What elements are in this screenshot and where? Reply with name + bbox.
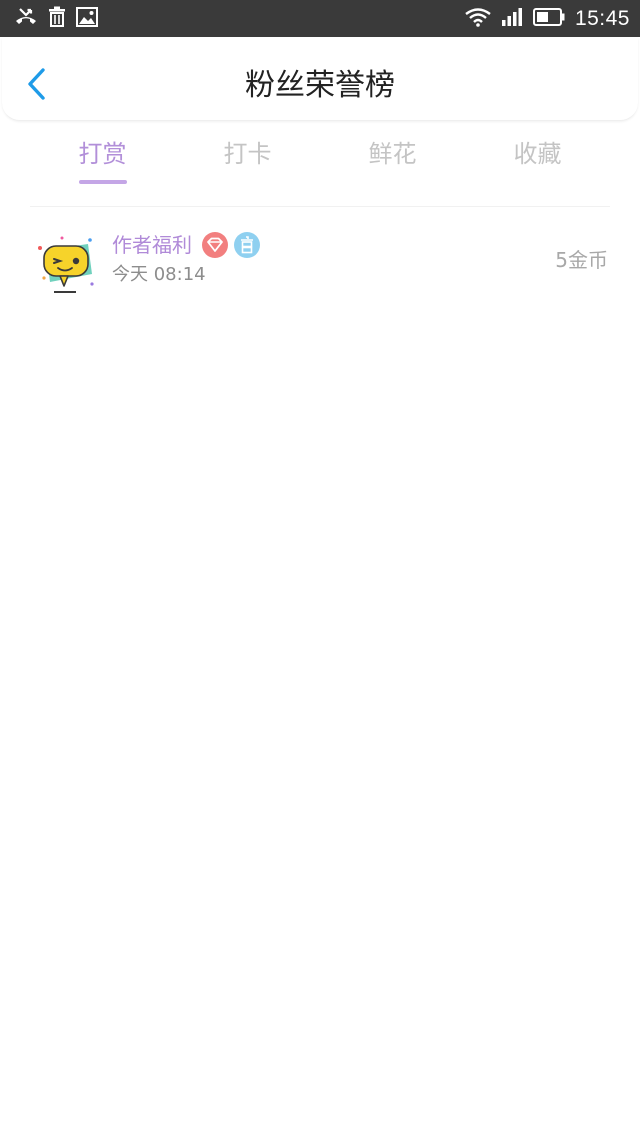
status-system: 15:45 xyxy=(465,7,630,31)
list-item[interactable]: 作者福利 今天 08:14 5金币 xyxy=(0,214,640,306)
wink-chat-bubble-avatar xyxy=(32,230,98,296)
nav-header: 粉丝荣誉榜 xyxy=(2,38,638,121)
status-bar: 15:45 xyxy=(0,0,640,37)
list-item-time: 今天 08:14 xyxy=(112,264,206,285)
status-notifications xyxy=(14,6,98,32)
tab-favorites[interactable]: 收藏 xyxy=(465,122,610,206)
tab-label: 打卡 xyxy=(223,140,272,168)
tab-bar: 打赏 打卡 鲜花 收藏 xyxy=(30,122,610,207)
user-info-row: 作者福利 xyxy=(112,231,260,259)
active-tab-indicator xyxy=(78,180,127,184)
image-icon xyxy=(76,7,98,31)
page-title: 粉丝荣誉榜 xyxy=(245,68,395,103)
missed-call-icon xyxy=(14,6,38,32)
tab-flowers[interactable]: 鲜花 xyxy=(320,122,465,206)
tab-label: 鲜花 xyxy=(368,140,417,168)
battery-icon xyxy=(532,8,565,30)
tab-label: 打赏 xyxy=(78,140,127,168)
diamond-badge-icon xyxy=(202,232,228,258)
tab-checkin[interactable]: 打卡 xyxy=(175,122,320,206)
signal-icon xyxy=(501,7,523,31)
reward-amount: 5金币 xyxy=(555,248,608,272)
wifi-icon xyxy=(465,7,491,31)
username: 作者福利 xyxy=(112,233,192,257)
avatar[interactable] xyxy=(32,230,98,296)
official-badge-icon xyxy=(234,232,260,258)
status-time: 15:45 xyxy=(574,7,630,30)
trash-icon xyxy=(48,6,66,32)
tab-label: 收藏 xyxy=(513,140,562,168)
tab-reward[interactable]: 打赏 xyxy=(30,122,175,206)
